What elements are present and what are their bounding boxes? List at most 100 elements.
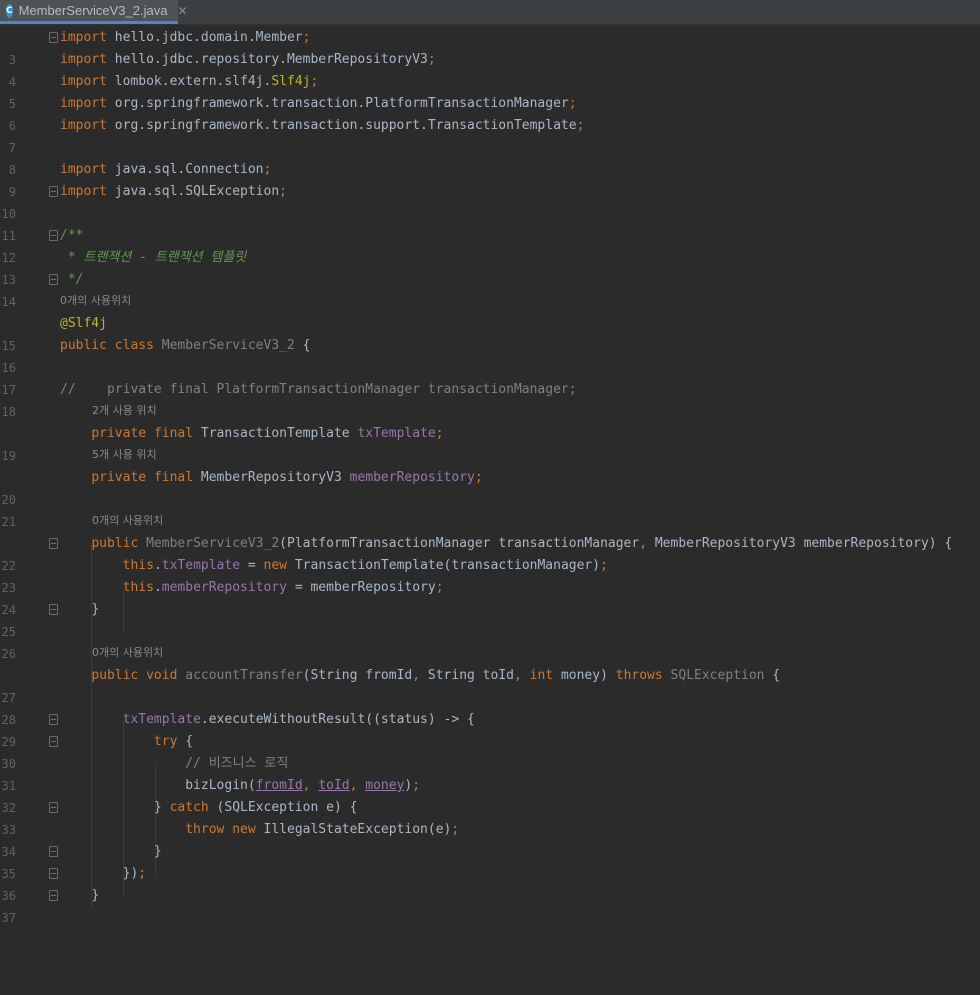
code-line-37[interactable]: 37 } [0, 885, 980, 925]
import-path: java.sql.SQLException [114, 184, 280, 199]
code-line-12[interactable]: 12 /** [0, 225, 980, 265]
code-line-14[interactable]: 14 */ [0, 269, 980, 309]
comma: , [513, 668, 522, 683]
code-line-29[interactable]: 29 txTemplate.executeWithoutResult((stat… [0, 709, 980, 749]
semicolon: ; [263, 162, 272, 177]
code-line-21[interactable]: 21 [0, 489, 980, 529]
keyword: int [529, 668, 554, 683]
keyword: public [91, 668, 139, 683]
fold-icon[interactable] [49, 868, 58, 879]
keyword: import [60, 162, 107, 177]
import-path: org.springframework.transaction.support.… [114, 118, 577, 133]
constructor-call: IllegalStateException(e) [255, 822, 452, 837]
import-annotation: Slf4j [271, 74, 311, 89]
keyword: public [91, 536, 139, 551]
import-path: hello.jdbc.domain.Member [114, 30, 303, 45]
usages-hint[interactable]: 0개의 사용위치 [92, 511, 163, 531]
keyword: public [60, 338, 107, 353]
annotation: @Slf4j [60, 316, 107, 331]
code-line-28[interactable]: 28 [0, 687, 980, 727]
brace: { [177, 734, 194, 749]
code-editor[interactable]: 3 import hello.jdbc.domain.Member; 4 imp… [0, 25, 980, 925]
doc-comment: /** [60, 228, 84, 243]
code-line-5[interactable]: 5 import lombok.extern.slf4j.Slf4j; [0, 71, 980, 111]
fold-icon[interactable] [49, 32, 58, 43]
fold-icon[interactable] [49, 714, 58, 725]
keyword: new [232, 822, 256, 837]
java-class-icon: C [6, 3, 13, 18]
keyword: this [122, 558, 154, 573]
line-number: 14 [1, 295, 16, 309]
fold-icon[interactable] [49, 186, 58, 197]
code-line-23[interactable]: 23 this.txTemplate = new TransactionTemp… [0, 555, 980, 595]
code-line-20[interactable]: 20 private final MemberRepositoryV3 memb… [0, 467, 980, 507]
fold-icon[interactable] [49, 890, 58, 901]
code-line-9[interactable]: 9 import java.sql.Connection; [0, 159, 980, 199]
code-line-8[interactable]: 8 [0, 137, 980, 177]
fold-icon[interactable] [49, 736, 58, 747]
code-line-30[interactable]: 30 try { [0, 731, 980, 771]
code-line-18[interactable]: 18 // private final PlatformTransactionM… [0, 379, 980, 419]
field-name: txTemplate [357, 426, 436, 441]
brace: } [153, 800, 170, 815]
code-line-22[interactable]: 22 public MemberServiceV3_2(PlatformTran… [0, 533, 980, 573]
code-line-4[interactable]: 4 import hello.jdbc.repository.MemberRep… [0, 49, 980, 89]
keyword: new [263, 558, 288, 573]
code-line-13[interactable]: 13 * 트랜잭션 - 트랜잭션 템플릿 [0, 247, 980, 287]
code-line-26[interactable]: 26 [0, 621, 980, 661]
semicolon: ; [412, 778, 421, 793]
brace: } [91, 602, 100, 617]
code-line-17[interactable]: 17 [0, 357, 980, 397]
usages-hint[interactable]: 0개의 사용위치 [92, 643, 163, 663]
code-line-10[interactable]: 10 import java.sql.SQLException; [0, 181, 980, 221]
type-name: MemberRepositoryV3 [200, 470, 342, 485]
code-line-3[interactable]: 3 import hello.jdbc.domain.Member; [0, 27, 980, 67]
code-line-34[interactable]: 34 throw new IllegalStateException(e); [0, 819, 980, 859]
class-name: MemberServiceV3_2 [161, 338, 295, 353]
constructor-name: MemberServiceV3_2 [146, 536, 280, 551]
keyword: throws [615, 668, 663, 683]
assign: = [240, 558, 264, 573]
fold-icon[interactable] [49, 802, 58, 813]
fold-icon[interactable] [49, 538, 58, 549]
semicolon: ; [576, 118, 585, 133]
code-line-33[interactable]: 33 } catch (SQLException e) { [0, 797, 980, 837]
keyword: void [146, 668, 178, 683]
semicolon: ; [451, 822, 460, 837]
dot: . [153, 558, 162, 573]
code-line-25[interactable]: 25 } [0, 599, 980, 639]
usages-hint[interactable]: 5개 사용 위치 [92, 445, 157, 465]
params: money) [553, 668, 616, 683]
fold-icon[interactable] [49, 604, 58, 615]
keyword: import [60, 118, 107, 133]
code-line-7[interactable]: 7 import org.springframework.transaction… [0, 115, 980, 155]
semicolon: ; [568, 96, 577, 111]
comma: , [349, 778, 358, 793]
usages-hint[interactable]: 0개의 사용위치 [60, 291, 131, 311]
import-path: hello.jdbc.repository.MemberRepositoryV3 [114, 52, 428, 67]
method-call: bizLogin( [185, 778, 256, 793]
code-line-15[interactable]: 15 @Slf4j [0, 313, 980, 353]
code-line-35[interactable]: 35 } [0, 841, 980, 881]
code-line-6[interactable]: 6 import org.springframework.transaction… [0, 93, 980, 133]
code-line-32[interactable]: 32 bizLogin(fromId, toId, money); [0, 775, 980, 815]
params: String toId [420, 668, 514, 683]
fold-icon[interactable] [49, 230, 58, 241]
code-line-11[interactable]: 11 [0, 203, 980, 243]
fold-icon[interactable] [49, 846, 58, 857]
line-comment: // 비즈니스 로직 [185, 756, 289, 771]
code-line-16[interactable]: 16 public class MemberServiceV3_2 { [0, 335, 980, 375]
code-line-19[interactable]: 19 private final TransactionTemplate txT… [0, 423, 980, 463]
close-icon[interactable]: ✕ [177, 4, 187, 18]
usages-hint[interactable]: 2개 사용 위치 [92, 401, 157, 421]
catch-clause: (SQLException e) { [208, 800, 358, 815]
fold-icon[interactable] [49, 274, 58, 285]
tab-memberservicev3-2[interactable]: C MemberServiceV3_2.java ✕ [0, 0, 188, 24]
code-line-27[interactable]: 27 public void accountTransfer(String fr… [0, 665, 980, 705]
code-line-36[interactable]: 36 }); [0, 863, 980, 903]
semicolon: ; [600, 558, 608, 573]
keyword: import [60, 30, 107, 45]
code-line-24[interactable]: 24 this.memberRepository = memberReposit… [0, 577, 980, 617]
code-line-31[interactable]: 31 // 비즈니스 로직 [0, 753, 980, 793]
keyword: catch [169, 800, 209, 815]
